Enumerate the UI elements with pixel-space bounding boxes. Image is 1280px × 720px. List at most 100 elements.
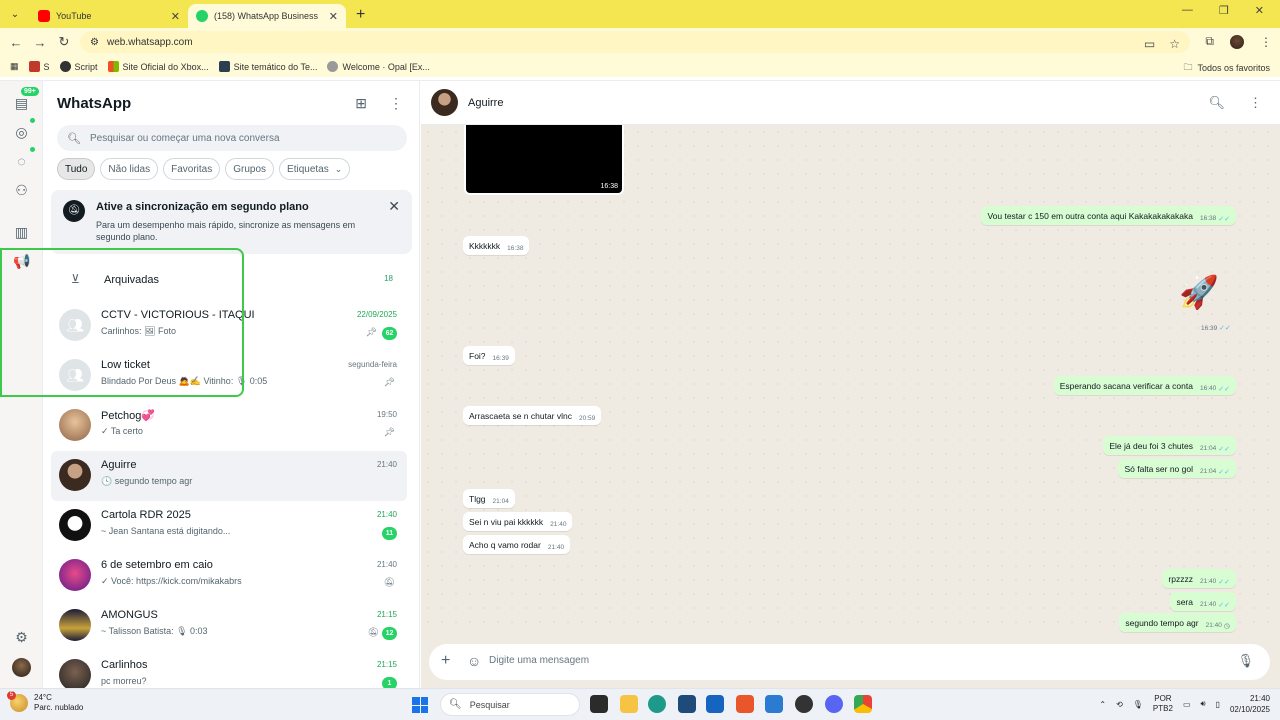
double-check-icon: ✓✓ bbox=[1218, 385, 1230, 393]
extensions-icon[interactable]: ⧉ bbox=[1205, 34, 1214, 49]
url-field[interactable]: ⚙ web.whatsapp.com ▭ ☆ bbox=[80, 31, 1190, 53]
close-icon[interactable]: ✕ bbox=[388, 198, 400, 215]
chat-preview: ✓ Ta certo bbox=[101, 426, 143, 436]
message-time: 21:40 bbox=[1199, 601, 1217, 608]
taskbar-search[interactable]: 🔍︎ Pesquisar bbox=[440, 693, 580, 716]
message-time: 16:38 bbox=[600, 183, 618, 190]
mute-icon: 🔕︎ bbox=[367, 627, 379, 637]
chat-row[interactable]: 👥︎ CCTV - VICTORIOUS - ITAQUI Carlinhos:… bbox=[51, 301, 407, 351]
outlook-icon[interactable] bbox=[706, 695, 724, 713]
communities-icon[interactable]: ⚇ bbox=[13, 182, 30, 199]
message-input[interactable] bbox=[489, 655, 1189, 666]
new-chat-icon[interactable]: ⊞ bbox=[355, 95, 367, 112]
store-icon[interactable] bbox=[678, 695, 696, 713]
contact-name[interactable]: Aguirre bbox=[468, 97, 503, 109]
new-tab-button[interactable]: + bbox=[356, 6, 365, 24]
contact-avatar[interactable] bbox=[431, 89, 458, 116]
chat-avatar bbox=[59, 609, 91, 641]
forward-icon[interactable]: → bbox=[28, 35, 52, 50]
app-icon[interactable] bbox=[795, 695, 813, 713]
close-window-icon[interactable]: ✕ bbox=[1255, 4, 1264, 17]
sticker-emoji-icon[interactable]: ☺ bbox=[467, 653, 481, 669]
clock[interactable]: 21:40 02/10/2025 bbox=[1230, 693, 1270, 715]
search-icon[interactable]: 🔍︎ bbox=[1208, 95, 1225, 111]
chat-row[interactable]: Cartola RDR 2025 ~ Jean Santana está dig… bbox=[51, 501, 407, 551]
channels-icon[interactable]: ◌ bbox=[13, 153, 30, 170]
tab-search-button[interactable]: ⌄ bbox=[4, 3, 26, 25]
bookmark-opal[interactable]: Welcome · Opal [Ex... bbox=[327, 61, 430, 72]
chip-favorites[interactable]: Favoritas bbox=[163, 158, 221, 180]
chevron-up-icon[interactable]: ⌃ bbox=[1099, 700, 1106, 709]
tab-youtube[interactable]: YouTube ✕ bbox=[30, 4, 188, 28]
volume-icon[interactable]: 🔊︎ bbox=[1201, 699, 1206, 709]
bell-off-icon: 🔕︎ bbox=[63, 200, 85, 222]
edge-icon[interactable] bbox=[648, 695, 666, 713]
bookmark-star-icon[interactable]: ☆ bbox=[1169, 37, 1180, 51]
tab-whatsapp[interactable]: (158) WhatsApp Business ✕ bbox=[188, 4, 346, 28]
back-icon[interactable]: ← bbox=[4, 35, 28, 50]
chat-row[interactable]: Petchog💞 ✓ Ta certo 19:50 📌︎ bbox=[51, 401, 407, 451]
chip-all[interactable]: Tudo bbox=[57, 158, 96, 180]
apps-icon[interactable]: ▦ bbox=[10, 61, 19, 72]
archived-row[interactable]: ⊻ Arquivadas 18 bbox=[43, 261, 413, 297]
mic-tray-icon[interactable]: 🎙︎ bbox=[1133, 700, 1143, 709]
my-avatar[interactable] bbox=[12, 658, 31, 677]
profile-avatar[interactable] bbox=[1230, 34, 1244, 49]
chevron-down-icon: ⌄ bbox=[334, 163, 343, 174]
network-icon[interactable]: ▭ bbox=[1183, 700, 1191, 709]
chat-row-selected[interactable]: Aguirre 🕓 segundo tempo agr 21:40 bbox=[51, 451, 407, 501]
catalog-icon[interactable]: ▥ bbox=[13, 224, 30, 241]
bookmark-s[interactable]: S bbox=[28, 61, 50, 72]
menu-icon[interactable]: ⋮ bbox=[1249, 95, 1262, 111]
browser-menu-icon[interactable]: ⋮ bbox=[1260, 35, 1272, 49]
chat-row[interactable]: AMONGUS ~ Talisson Batista: 🎙 0:03 21:15… bbox=[51, 601, 407, 651]
settings-gear-icon[interactable]: ⚙ bbox=[13, 629, 30, 646]
chip-groups[interactable]: Grupos bbox=[225, 158, 275, 180]
chat-row[interactable]: 👥︎ Low ticket Blindado Por Deus 🙇✍️ Viti… bbox=[51, 351, 407, 401]
chrome-icon[interactable] bbox=[854, 695, 872, 713]
chat-time: 21:40 bbox=[376, 560, 397, 569]
vscode-icon[interactable] bbox=[765, 695, 783, 713]
search-input[interactable]: 🔍︎ Pesquisar ou começar uma nova convers… bbox=[57, 125, 407, 151]
chats-icon[interactable]: ▤ bbox=[13, 95, 30, 112]
close-tab-icon[interactable]: ✕ bbox=[171, 10, 180, 23]
sync-icon[interactable]: ⟲ bbox=[1116, 700, 1123, 709]
chat-row[interactable]: 6 de setembro em caio ✓ Você: https://ki… bbox=[51, 551, 407, 601]
message-text: Kkkkkkk bbox=[469, 240, 501, 251]
conversation-pane: Aguirre 🔍︎ ⋮ 16:38 Vou testar c 150 em o… bbox=[421, 81, 1280, 689]
battery-icon[interactable]: ▯ bbox=[1216, 700, 1220, 709]
weather-widget[interactable]: 5 24°C Parc. nublado bbox=[7, 691, 83, 713]
unread-badge: 99+ bbox=[21, 87, 39, 96]
chip-labels[interactable]: Etiquetas ⌄ bbox=[279, 158, 351, 180]
chat-name: 6 de setembro em caio bbox=[101, 559, 213, 571]
menu-icon[interactable]: ⋮ bbox=[389, 95, 403, 112]
chat-name: CCTV - VICTORIOUS - ITAQUI bbox=[101, 309, 255, 321]
chip-unread[interactable]: Não lidas bbox=[100, 158, 159, 180]
site-info-icon[interactable]: ⚙ bbox=[90, 37, 99, 48]
minimize-icon[interactable]: — bbox=[1182, 4, 1193, 17]
attach-plus-icon[interactable]: + bbox=[441, 652, 450, 670]
filter-chips: Tudo Não lidas Favoritas Grupos Etiqueta… bbox=[57, 158, 351, 180]
megaphone-icon[interactable]: 📢 bbox=[13, 253, 30, 270]
close-tab-icon[interactable]: ✕ bbox=[329, 10, 338, 23]
message-in: Tlgg 21:04 bbox=[463, 489, 515, 508]
bookmark-xbox[interactable]: Site Oficial do Xbox... bbox=[107, 61, 209, 72]
language-indicator[interactable]: POR PTB2 bbox=[1153, 694, 1173, 714]
weather-icon: 5 bbox=[7, 691, 28, 712]
all-bookmarks[interactable]: 🗀 Todos os favoritos bbox=[1183, 60, 1270, 76]
status-icon[interactable]: ◎ bbox=[13, 124, 30, 141]
rocket-sticker[interactable]: 🚀 bbox=[1179, 273, 1219, 311]
cast-icon[interactable]: ▭ bbox=[1144, 37, 1155, 51]
microphone-icon[interactable]: 🎙︎ bbox=[1237, 653, 1254, 669]
discord-icon[interactable] bbox=[825, 695, 843, 713]
bookmark-tematico[interactable]: Site temático do Te... bbox=[218, 61, 317, 72]
taskview-icon[interactable] bbox=[590, 695, 608, 713]
windows-start-icon[interactable] bbox=[412, 697, 428, 713]
maximize-icon[interactable]: ❐ bbox=[1219, 4, 1229, 17]
brave-icon[interactable] bbox=[736, 695, 754, 713]
reload-icon[interactable]: ↻ bbox=[52, 34, 76, 50]
video-message[interactable]: 16:38 bbox=[464, 125, 624, 195]
file-explorer-icon[interactable] bbox=[620, 695, 638, 713]
message-text: segundo tempo agr bbox=[1125, 617, 1199, 628]
bookmark-script[interactable]: Script bbox=[59, 61, 98, 72]
